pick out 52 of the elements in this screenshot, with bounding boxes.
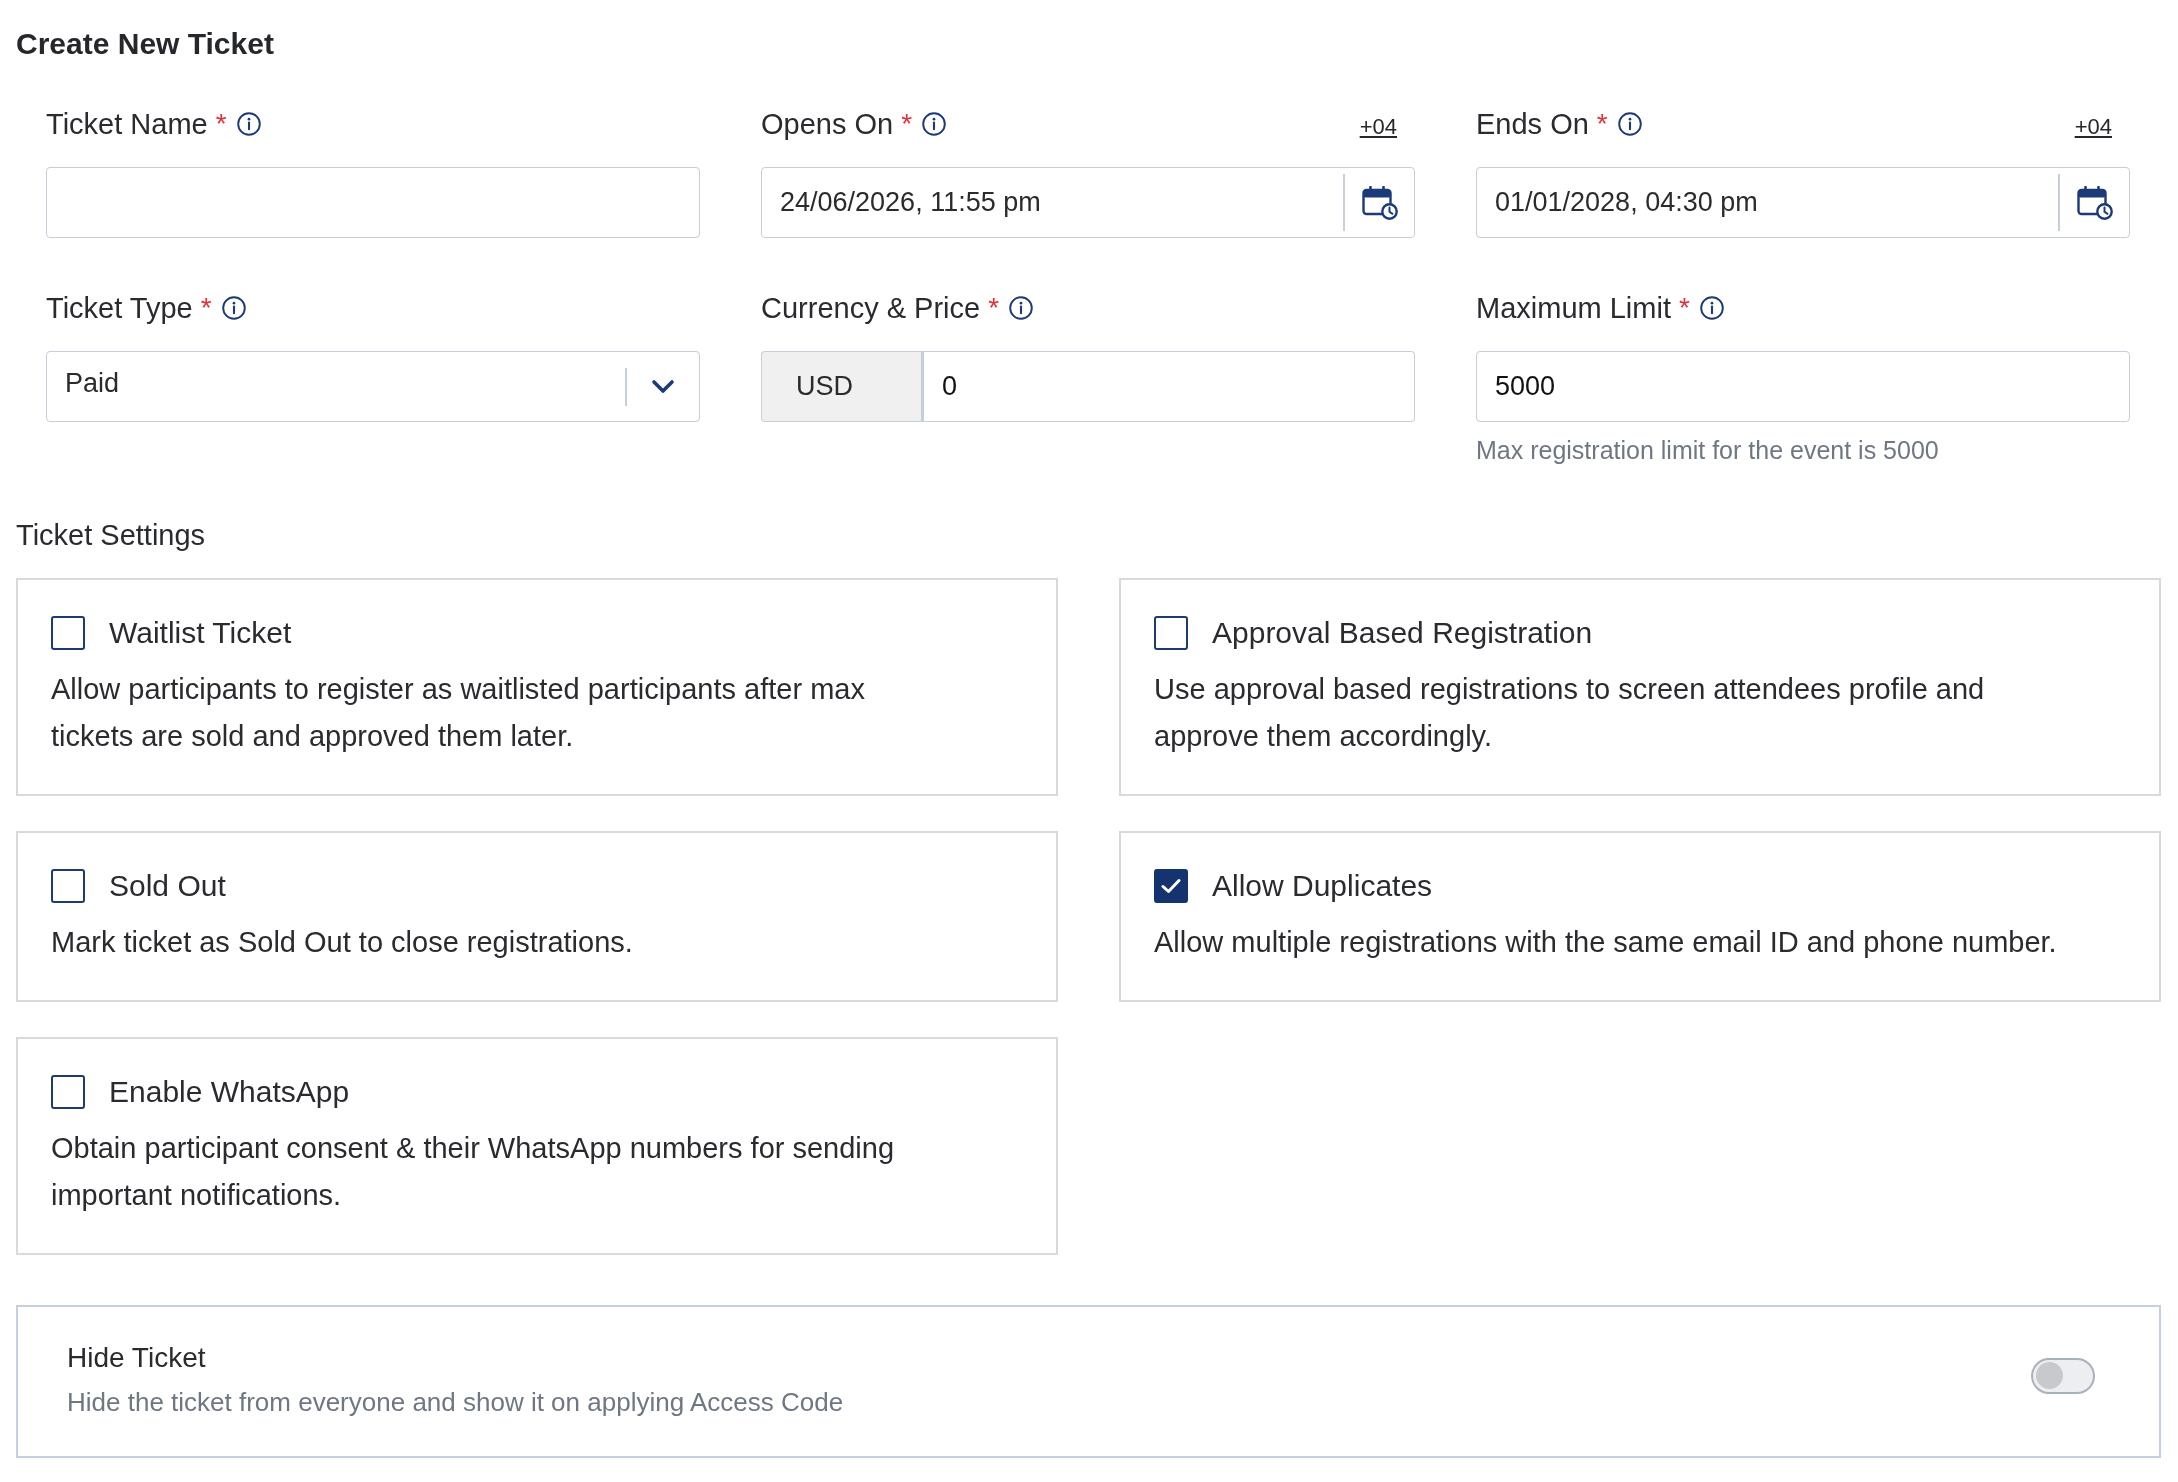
field-label: Ticket Name xyxy=(46,107,208,142)
option-title: Sold Out xyxy=(109,868,226,904)
calendar-clock-icon[interactable] xyxy=(2077,185,2113,220)
checkmark-icon xyxy=(1161,878,1181,894)
toggle-switch[interactable] xyxy=(2031,1357,2095,1394)
info-icon[interactable] xyxy=(922,112,947,136)
calendar-clock-icon[interactable] xyxy=(1362,185,1398,220)
timezone-link[interactable]: +04 xyxy=(2074,113,2112,141)
currency-prefix[interactable]: USD xyxy=(761,351,924,422)
option-title: Approval Based Registration xyxy=(1212,615,1593,651)
info-icon[interactable] xyxy=(221,296,246,320)
info-icon[interactable] xyxy=(236,112,261,136)
timezone-link[interactable]: +04 xyxy=(1359,113,1397,141)
date-time-field[interactable]: 01/01/2028, 04:30 pm xyxy=(1476,167,2130,238)
panel-title: Hide Ticket xyxy=(67,1341,207,1375)
option-title: Allow Duplicates xyxy=(1212,868,1433,904)
text-field[interactable]: 5000 xyxy=(1476,351,2130,422)
section-heading: Ticket Settings xyxy=(16,518,207,553)
field-label: Currency & Price xyxy=(761,291,981,326)
field-label: Ends On xyxy=(1476,107,1589,142)
required-asterisk: * xyxy=(988,291,1000,325)
checkbox[interactable] xyxy=(1154,616,1188,650)
price-field[interactable]: 0 xyxy=(924,351,1415,422)
checkbox[interactable] xyxy=(1154,869,1188,903)
option-description: Allow participants to register as waitlisted participants after max tickets are sold and approved them later. xyxy=(51,672,866,754)
checkbox[interactable] xyxy=(51,869,85,903)
date-time-field[interactable]: 24/06/2026, 11:55 pm xyxy=(761,167,1415,238)
field-label: Maximum Limit xyxy=(1476,291,1671,326)
required-asterisk: * xyxy=(1596,107,1608,141)
text-field[interactable] xyxy=(46,167,700,238)
required-asterisk: * xyxy=(215,107,227,141)
option-description: Obtain participant consent & their WhatsApp numbers for sending important notifications. xyxy=(51,1131,896,1213)
chevron-down-icon[interactable] xyxy=(651,379,675,394)
required-asterisk: * xyxy=(901,107,913,141)
option-description: Use approval based registrations to screen attendees profile and approve them accordingly. xyxy=(1154,672,1986,754)
checkbox[interactable] xyxy=(51,616,85,650)
field-label: Ticket Type xyxy=(46,291,193,326)
option-description: Allow multiple registrations with the same email ID and phone number. xyxy=(1154,925,2058,960)
required-asterisk: * xyxy=(200,291,212,325)
option-description: Mark ticket as Sold Out to close registrations. xyxy=(51,925,634,960)
option-title: Waitlist Ticket xyxy=(109,615,292,651)
option-title: Enable WhatsApp xyxy=(109,1074,350,1110)
field-hint: Max registration limit for the event is 5000 xyxy=(1476,435,1940,466)
select-field[interactable]: Paid xyxy=(46,351,700,422)
info-icon[interactable] xyxy=(1699,296,1724,320)
field-label: Opens On xyxy=(761,107,894,142)
required-asterisk: * xyxy=(1678,291,1690,325)
panel-description: Hide the ticket from everyone and show it on applying Access Code xyxy=(67,1386,844,1419)
info-icon[interactable] xyxy=(1617,112,1642,136)
page-title: Create New Ticket xyxy=(16,26,275,62)
checkbox[interactable] xyxy=(51,1075,85,1109)
info-icon[interactable] xyxy=(1009,296,1034,320)
